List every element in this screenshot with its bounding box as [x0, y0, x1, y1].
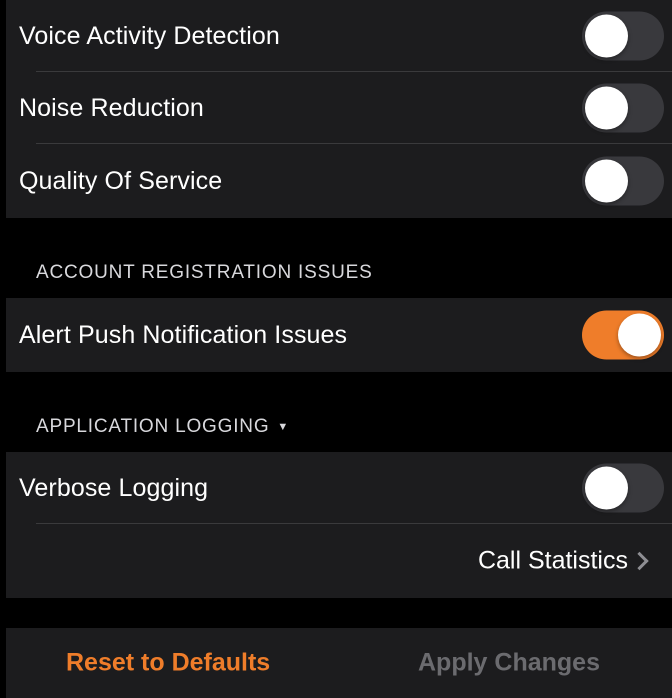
- audio-settings-group: Voice Activity Detection Noise Reduction…: [6, 0, 672, 218]
- toggle-knob: [585, 159, 628, 203]
- quality-of-service-toggle[interactable]: [582, 156, 664, 206]
- verbose-logging-label: Verbose Logging: [19, 473, 209, 502]
- toggle-knob: [585, 86, 628, 130]
- verbose-logging-toggle[interactable]: [582, 463, 664, 513]
- apply-changes-button[interactable]: Apply Changes: [418, 649, 600, 678]
- account-section-header: ACCOUNT REGISTRATION ISSUES: [6, 218, 672, 298]
- alert-push-notification-toggle[interactable]: [582, 310, 664, 360]
- noise-reduction-row[interactable]: Noise Reduction: [6, 72, 672, 144]
- alert-push-notification-label: Alert Push Notification Issues: [19, 320, 348, 349]
- quality-of-service-label: Quality Of Service: [19, 166, 223, 195]
- verbose-logging-row[interactable]: Verbose Logging: [6, 452, 672, 524]
- reset-to-defaults-button[interactable]: Reset to Defaults: [66, 649, 270, 678]
- logging-section-title: APPLICATION LOGGING ▼: [36, 416, 289, 438]
- triangle-down-icon: ▼: [277, 420, 290, 433]
- settings-screen: Voice Activity Detection Noise Reduction…: [6, 0, 672, 698]
- call-statistics-label: Call Statistics: [477, 546, 628, 575]
- voice-activity-detection-toggle[interactable]: [582, 11, 664, 61]
- noise-reduction-toggle[interactable]: [582, 83, 664, 133]
- noise-reduction-label: Noise Reduction: [19, 93, 204, 122]
- quality-of-service-row[interactable]: Quality Of Service: [6, 144, 672, 218]
- chevron-right-icon: [630, 551, 649, 571]
- call-statistics-link[interactable]: Call Statistics: [6, 524, 672, 598]
- bottom-action-bar: Reset to Defaults Apply Changes: [6, 628, 672, 698]
- account-section-title: ACCOUNT REGISTRATION ISSUES: [36, 262, 373, 283]
- voice-activity-detection-label: Voice Activity Detection: [19, 21, 280, 50]
- account-group: Alert Push Notification Issues: [6, 298, 672, 372]
- alert-push-notification-row[interactable]: Alert Push Notification Issues: [6, 298, 672, 372]
- toggle-knob: [585, 14, 628, 58]
- logging-group: Verbose Logging Call Statistics: [6, 452, 672, 598]
- toggle-knob: [585, 466, 628, 510]
- logging-section-header[interactable]: APPLICATION LOGGING ▼: [6, 372, 672, 452]
- toggle-knob: [618, 313, 661, 357]
- voice-activity-detection-row[interactable]: Voice Activity Detection: [6, 0, 672, 72]
- logging-section-title-text: APPLICATION LOGGING: [36, 416, 270, 437]
